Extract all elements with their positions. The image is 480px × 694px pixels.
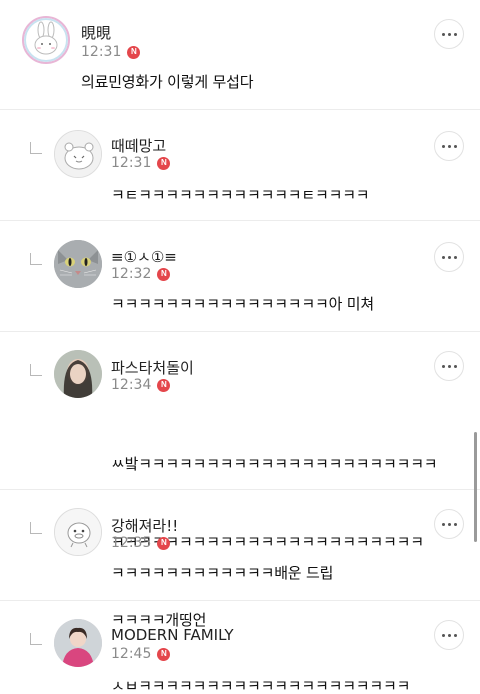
comment-text: ㅋㅋㅋㅋㅋㅋㅋㅋㅋㅋㅋㅋㅋㅋㅋㅋ아 미쳐 — [111, 295, 374, 313]
more-dots-icon — [441, 32, 445, 36]
comment-meta: 12:32 N — [111, 266, 171, 282]
avatar[interactable] — [22, 16, 70, 64]
reply-arrow-icon — [30, 253, 42, 265]
author-name[interactable]: 파스타처돌이 — [111, 357, 194, 378]
comment-text: ㅋㅋㅋㅋㅋㅋㅋㅋㅋㅋㅋㅋ배운 드립 — [111, 564, 334, 582]
avatar[interactable] — [54, 508, 102, 556]
hamster-avatar-icon — [55, 131, 101, 177]
timestamp: 12:31 — [81, 44, 122, 60]
reply-item: 강해져라!! 12:35 N ㅋㅋㅋㅋㅋㅋㅋㅋㅋㅋㅋㅋ배운 드립 — [0, 490, 480, 601]
avatar[interactable] — [54, 240, 102, 288]
more-options-button[interactable] — [434, 509, 464, 539]
comment-text: ㅋㅌㅋㅋㅋㅋㅋㅋㅋㅋㅋㅋㅋㅋㅌㅋㅋㅋㅋ — [111, 186, 370, 204]
cat-avatar-icon — [54, 240, 102, 288]
more-options-button[interactable] — [434, 19, 464, 49]
avatar[interactable] — [54, 619, 102, 667]
duck-avatar-icon — [55, 509, 101, 555]
timestamp: 12:31 — [111, 155, 152, 171]
reply-arrow-icon — [30, 522, 42, 534]
timestamp: 12:32 — [111, 266, 152, 282]
more-dots-icon — [441, 144, 445, 148]
author-name[interactable]: 강해져라!! — [111, 515, 178, 536]
comment-text-line: ㅆ밬ㅋㅋㅋㅋㅋㅋㅋㅋㅋㅋㅋㅋㅋㅋㅋㅋㅋㅋㅋㅋㅋㅋ — [111, 455, 438, 473]
scrollbar[interactable] — [474, 432, 477, 542]
comment-text: 의료민영화가 이렇게 무섭다 — [81, 73, 254, 91]
comment-meta: 12:34 N — [111, 377, 171, 393]
more-dots-icon — [441, 255, 445, 259]
new-badge-icon: N — [157, 536, 171, 550]
more-dots-icon — [441, 522, 445, 526]
more-options-button[interactable] — [434, 131, 464, 161]
comment-meta: 12:31 N — [111, 155, 171, 171]
comment-text: ㅅㅂㅋㅋㅋㅋㅋㅋㅋㅋㅋㅋㅋㅋㅋㅋㅋㅋㅋㅋㅋㅋ — [111, 677, 411, 694]
comment-meta: 12:35 N — [111, 535, 171, 551]
author-name[interactable]: 晛晛 — [81, 22, 111, 43]
timestamp: 12:35 — [111, 535, 152, 551]
avatar[interactable] — [54, 130, 102, 178]
new-badge-icon: N — [157, 267, 171, 281]
comment-item: 晛晛 12:31 N 의료민영화가 이렇게 무섭다 — [0, 0, 480, 110]
reply-item: MODERN FAMILY 12:45 N ㅅㅂㅋㅋㅋㅋㅋㅋㅋㅋㅋㅋㅋㅋㅋㅋㅋㅋ… — [0, 601, 480, 694]
comment-meta: 12:45 N — [111, 646, 171, 662]
reply-item: 때떼망고 12:31 N ㅋㅌㅋㅋㅋㅋㅋㅋㅋㅋㅋㅋㅋㅋㅌㅋㅋㅋㅋ — [0, 110, 480, 221]
new-badge-icon: N — [157, 647, 171, 661]
author-name[interactable]: MODERN FAMILY — [111, 626, 234, 644]
bunny-avatar-icon — [24, 18, 68, 62]
timestamp: 12:45 — [111, 646, 152, 662]
comment-meta: 12:31 N — [81, 44, 141, 60]
reply-arrow-icon — [30, 142, 42, 154]
person-avatar-icon — [54, 619, 102, 667]
reply-arrow-icon — [30, 633, 42, 645]
person-avatar-icon — [54, 350, 102, 398]
more-dots-icon — [441, 364, 445, 368]
more-options-button[interactable] — [434, 351, 464, 381]
new-badge-icon: N — [127, 45, 141, 59]
author-name[interactable]: 때떼망고 — [111, 135, 166, 156]
reply-arrow-icon — [30, 364, 42, 376]
timestamp: 12:34 — [111, 377, 152, 393]
author-name[interactable]: ≡①ㅅ①≡ — [111, 246, 177, 267]
more-dots-icon — [441, 633, 445, 637]
avatar[interactable] — [54, 350, 102, 398]
reply-item: 파스타처돌이 12:34 N ㅆ밬ㅋㅋㅋㅋㅋㅋㅋㅋㅋㅋㅋㅋㅋㅋㅋㅋㅋㅋㅋㅋㅋㅋ … — [0, 332, 480, 629]
new-badge-icon: N — [157, 156, 171, 170]
more-options-button[interactable] — [434, 620, 464, 650]
new-badge-icon: N — [157, 378, 171, 392]
more-options-button[interactable] — [434, 242, 464, 272]
reply-item: ≡①ㅅ①≡ 12:32 N ㅋㅋㅋㅋㅋㅋㅋㅋㅋㅋㅋㅋㅋㅋㅋㅋ아 미쳐 — [0, 221, 480, 332]
